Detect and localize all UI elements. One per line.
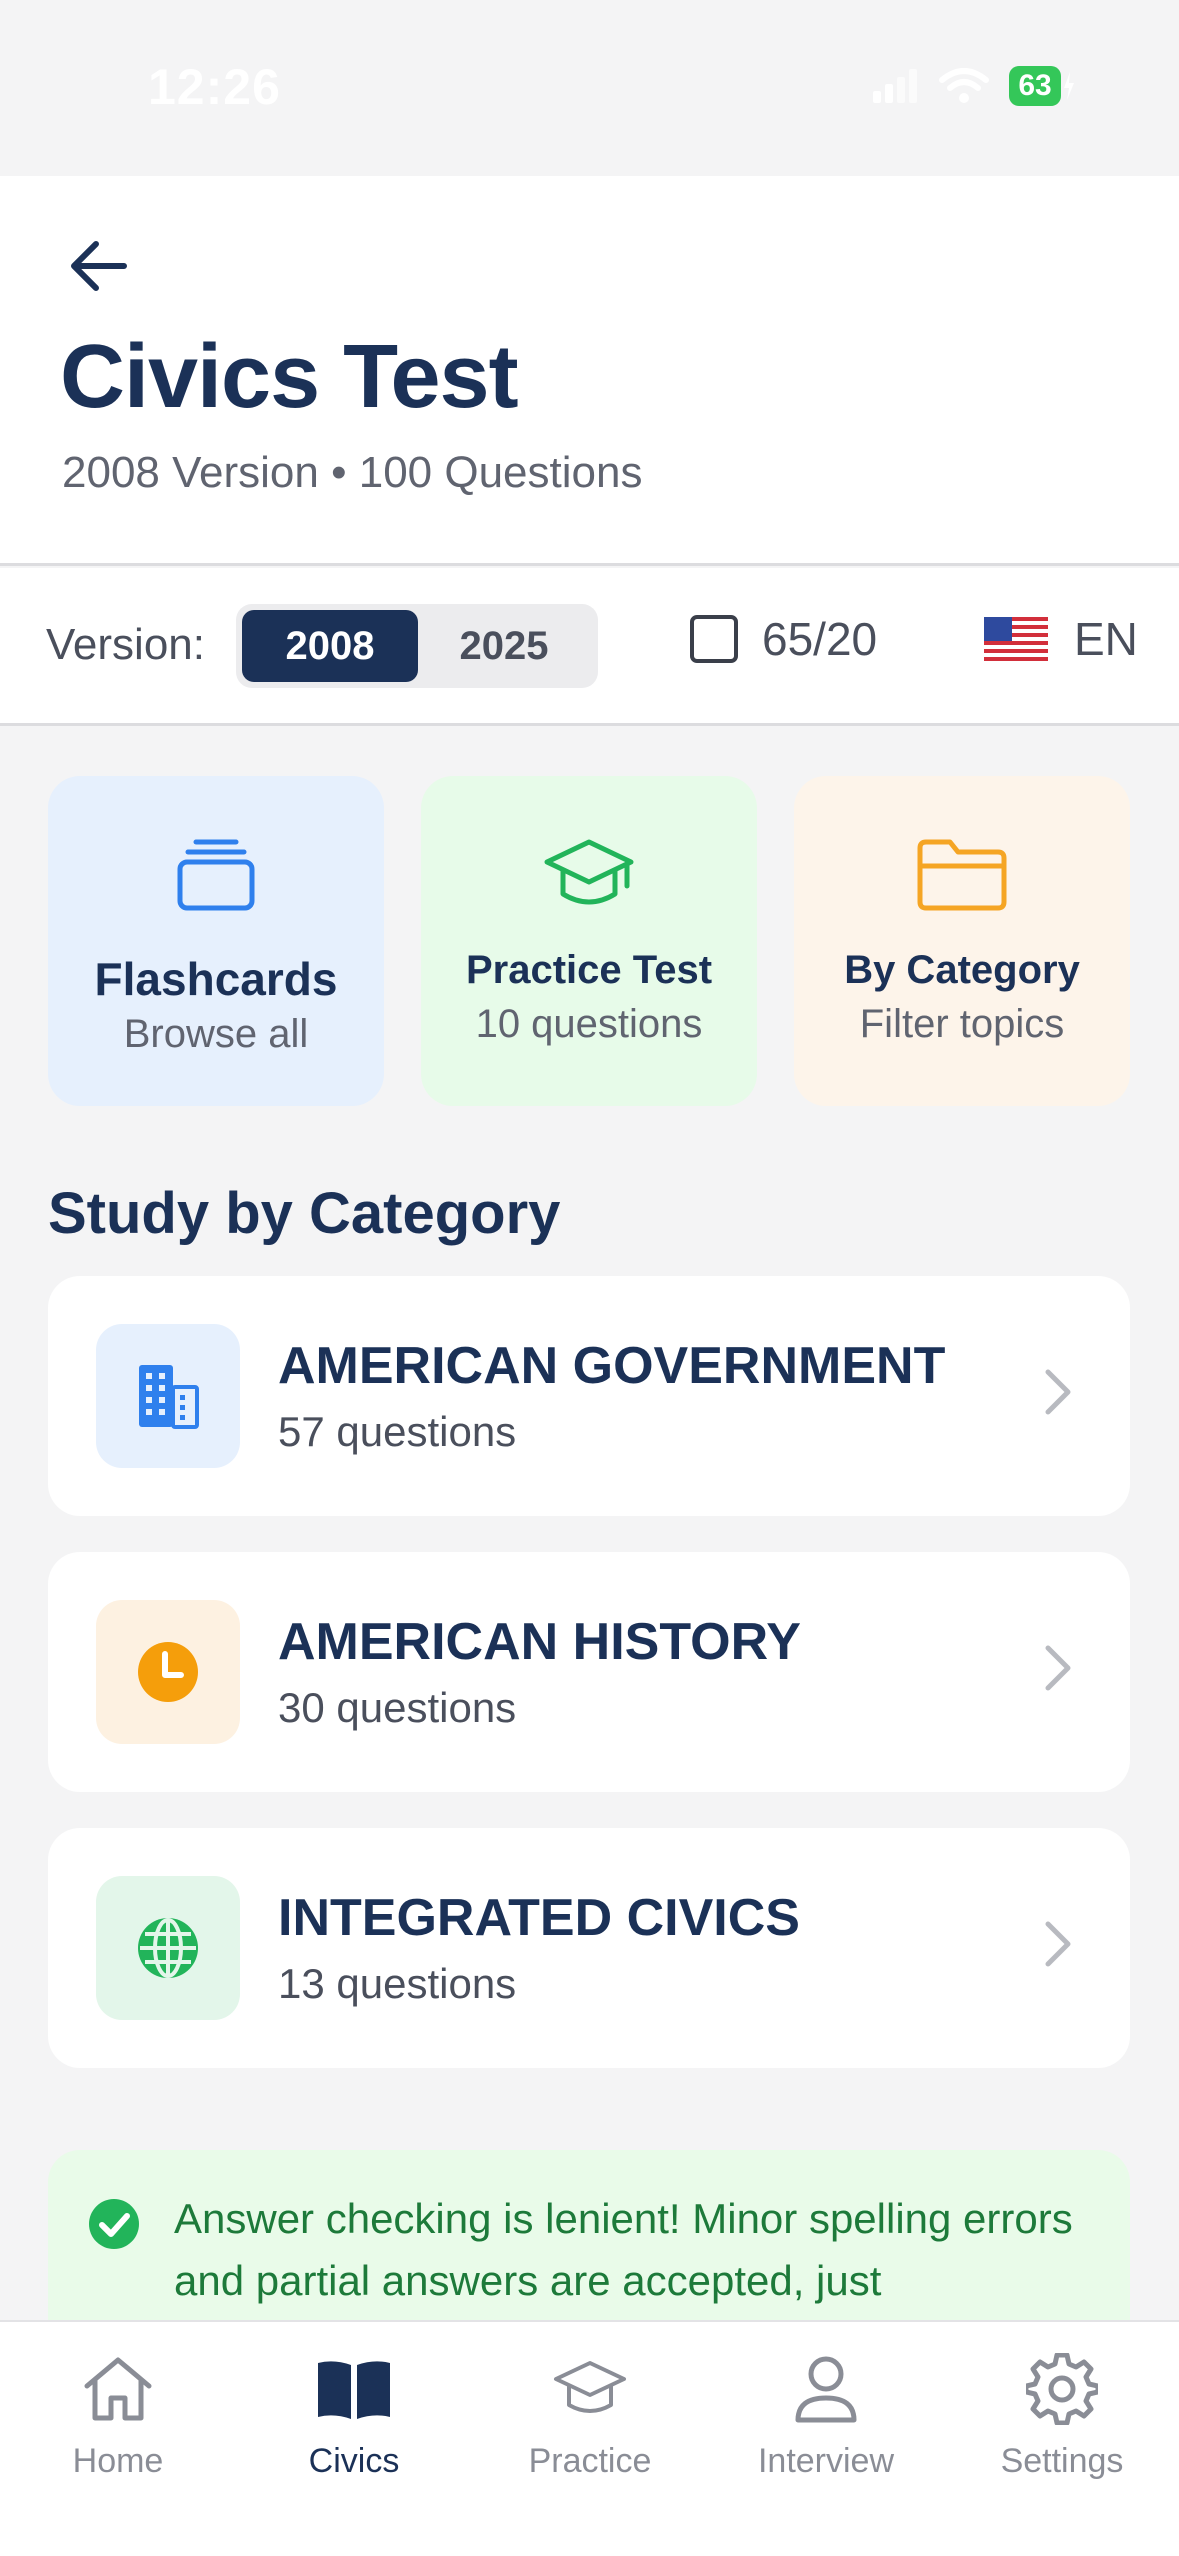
version-2008-button[interactable]: 2008 xyxy=(242,610,418,682)
category-name: INTEGRATED CIVICS xyxy=(278,1889,800,1947)
version-label: Version: xyxy=(46,620,205,669)
wifi-icon xyxy=(939,68,989,103)
notice-text: Answer checking is lenient! Minor spelli… xyxy=(174,2195,1073,2304)
status-time: 12:26 xyxy=(148,59,281,115)
category-count: 57 questions xyxy=(278,1408,517,1455)
graduation-cap-icon xyxy=(554,2361,626,2413)
category-integrated-civics[interactable]: INTEGRATED CIVICS 13 questions xyxy=(48,1828,1130,2068)
by-category-subtitle: Filter topics xyxy=(859,1002,1065,1046)
practice-test-title: Practice Test xyxy=(465,948,713,992)
flashcards-card[interactable]: Flashcards Browse all xyxy=(48,776,384,1106)
flashcards-subtitle: Browse all xyxy=(123,1012,309,1056)
by-category-title: By Category xyxy=(844,948,1080,992)
tab-interview[interactable]: Interview xyxy=(708,2344,944,2494)
category-count: 13 questions xyxy=(278,1960,517,2007)
chevron-right-icon xyxy=(1045,1369,1071,1415)
battery-level: 63 xyxy=(1009,66,1061,106)
category-icon-box xyxy=(96,1876,240,2020)
tab-label: Interview xyxy=(757,2442,895,2480)
charging-bolt-icon xyxy=(1064,72,1074,100)
gear-icon xyxy=(1026,2353,1098,2425)
us-flag-icon xyxy=(984,617,1048,661)
bottom-tab-bar: Home Civics Practice Interview Settings xyxy=(0,2320,1179,2556)
section-title: Study by Category xyxy=(48,1181,561,1246)
version-bar: Version: 2008 2025 65/20 EN xyxy=(0,568,1179,726)
status-icons: 63 xyxy=(873,66,1075,106)
cards-stack-icon xyxy=(177,839,255,911)
checkbox-icon[interactable] xyxy=(690,615,738,663)
back-button[interactable] xyxy=(58,226,138,306)
version-segmented-control: 2008 2025 xyxy=(236,604,598,688)
rule-65-20-label: 65/20 xyxy=(762,613,878,665)
arrow-left-icon xyxy=(71,241,127,291)
signal-icon xyxy=(873,69,917,103)
page-header: Civics Test 2008 Version • 100 Questions xyxy=(0,176,1179,566)
category-icon-box xyxy=(96,1600,240,1744)
category-count: 30 questions xyxy=(278,1684,517,1731)
tab-label: Home xyxy=(72,2442,164,2480)
globe-icon xyxy=(138,1918,198,1978)
building-icon xyxy=(139,1365,199,1429)
tab-practice[interactable]: Practice xyxy=(472,2344,708,2494)
rule-65-20-toggle[interactable]: 65/20 xyxy=(690,612,877,666)
tab-settings[interactable]: Settings xyxy=(944,2344,1179,2494)
tab-civics[interactable]: Civics xyxy=(236,2344,472,2494)
practice-test-subtitle: 10 questions xyxy=(475,1002,703,1046)
category-american-history[interactable]: AMERICAN HISTORY 30 questions xyxy=(48,1552,1130,1792)
chevron-right-icon xyxy=(1045,1645,1071,1691)
check-circle-icon xyxy=(89,2199,139,2249)
chevron-right-icon xyxy=(1045,1921,1071,1967)
status-bar: 12:26 63 xyxy=(0,0,1179,176)
battery-icon: 63 xyxy=(1009,66,1075,106)
graduation-cap-icon xyxy=(544,839,634,905)
language-code: EN xyxy=(1074,613,1138,665)
tab-label: Civics xyxy=(308,2442,400,2480)
page-title: Civics Test xyxy=(60,327,519,427)
by-category-card[interactable]: By Category Filter topics xyxy=(794,776,1130,1106)
book-icon xyxy=(318,2361,390,2419)
person-icon xyxy=(795,2356,857,2423)
category-american-government[interactable]: AMERICAN GOVERNMENT 57 questions xyxy=(48,1276,1130,1516)
category-icon-box xyxy=(96,1324,240,1468)
tab-home[interactable]: Home xyxy=(0,2344,236,2494)
clock-icon xyxy=(138,1642,198,1702)
practice-test-card[interactable]: Practice Test 10 questions xyxy=(421,776,757,1106)
folder-icon xyxy=(917,839,1007,911)
tab-label: Settings xyxy=(1000,2442,1124,2480)
flashcards-title: Flashcards xyxy=(94,953,338,1005)
version-2025-button[interactable]: 2025 xyxy=(416,610,592,682)
tab-label: Practice xyxy=(528,2442,652,2480)
language-selector[interactable]: EN xyxy=(984,612,1138,666)
category-name: AMERICAN GOVERNMENT xyxy=(278,1337,946,1395)
home-icon xyxy=(84,2357,152,2421)
category-name: AMERICAN HISTORY xyxy=(278,1613,801,1671)
page-subtitle: 2008 Version • 100 Questions xyxy=(62,448,643,497)
